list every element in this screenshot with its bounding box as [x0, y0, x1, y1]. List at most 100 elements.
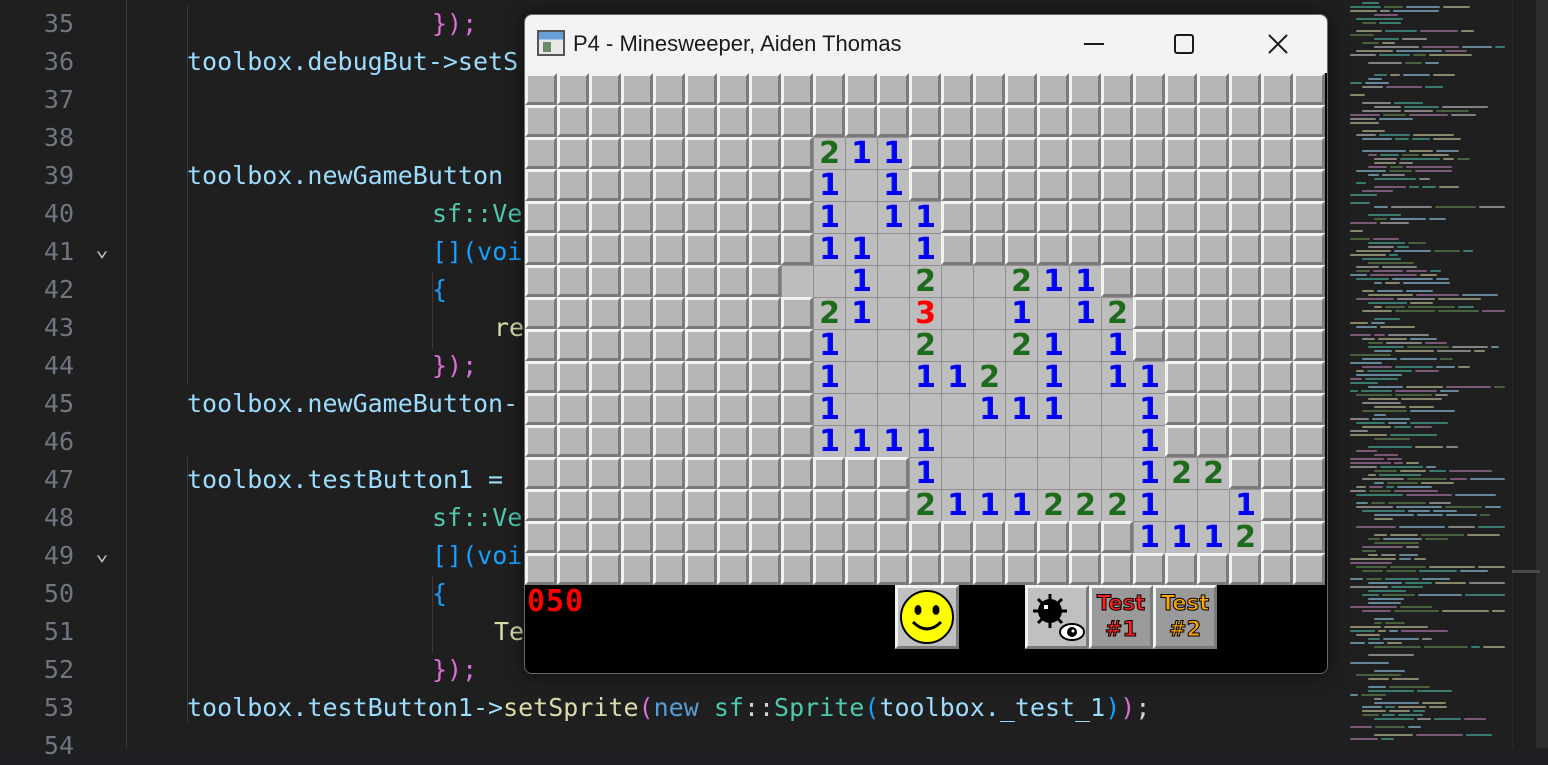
hidden-tile[interactable] [525, 169, 557, 201]
revealed-empty-tile[interactable] [941, 393, 973, 425]
hidden-tile[interactable] [621, 457, 653, 489]
hidden-tile[interactable] [717, 329, 749, 361]
hidden-tile[interactable] [717, 457, 749, 489]
hidden-tile[interactable] [589, 425, 621, 457]
code-line[interactable]: toolbox.testButton1 = [187, 461, 503, 499]
hidden-tile[interactable] [1293, 457, 1325, 489]
hidden-tile[interactable] [685, 425, 717, 457]
hidden-tile[interactable] [1165, 329, 1197, 361]
revealed-empty-tile[interactable] [941, 425, 973, 457]
hidden-tile[interactable] [941, 521, 973, 553]
revealed-number-tile[interactable]: 2 [1101, 297, 1133, 329]
revealed-empty-tile[interactable] [973, 457, 1005, 489]
hidden-tile[interactable] [1261, 105, 1293, 137]
fold-chevron-icon[interactable]: ⌄ [88, 231, 116, 269]
hidden-tile[interactable] [557, 297, 589, 329]
hidden-tile[interactable] [653, 73, 685, 105]
revealed-empty-tile[interactable] [941, 265, 973, 297]
revealed-empty-tile[interactable] [909, 393, 941, 425]
hidden-tile[interactable] [1293, 169, 1325, 201]
revealed-empty-tile[interactable] [1037, 297, 1069, 329]
hidden-tile[interactable] [749, 457, 781, 489]
code-line[interactable]: Te [494, 613, 524, 651]
revealed-empty-tile[interactable] [781, 265, 813, 297]
hidden-tile[interactable] [525, 201, 557, 233]
hidden-tile[interactable] [1133, 169, 1165, 201]
hidden-tile[interactable] [1101, 169, 1133, 201]
revealed-empty-tile[interactable] [845, 329, 877, 361]
revealed-empty-tile[interactable] [1069, 393, 1101, 425]
hidden-tile[interactable] [1229, 425, 1261, 457]
code-line[interactable]: toolbox.newGameButton [187, 157, 503, 195]
hidden-tile[interactable] [621, 361, 653, 393]
hidden-tile[interactable] [1261, 521, 1293, 553]
revealed-number-tile[interactable]: 1 [1229, 489, 1261, 521]
revealed-empty-tile[interactable] [941, 329, 973, 361]
hidden-tile[interactable] [557, 265, 589, 297]
hidden-tile[interactable] [1165, 361, 1197, 393]
hidden-tile[interactable] [749, 265, 781, 297]
hidden-tile[interactable] [1101, 201, 1133, 233]
hidden-tile[interactable] [781, 393, 813, 425]
revealed-number-tile[interactable]: 2 [813, 297, 845, 329]
hidden-tile[interactable] [653, 265, 685, 297]
revealed-number-tile[interactable]: 2 [1165, 457, 1197, 489]
hidden-tile[interactable] [589, 201, 621, 233]
revealed-number-tile[interactable]: 1 [1133, 457, 1165, 489]
window-titlebar[interactable]: P4 - Minesweeper, Aiden Thomas [525, 15, 1327, 73]
hidden-tile[interactable] [1229, 393, 1261, 425]
hidden-tile[interactable] [1069, 169, 1101, 201]
revealed-number-tile[interactable]: 1 [845, 233, 877, 265]
hidden-tile[interactable] [1037, 521, 1069, 553]
code-line[interactable]: toolbox.newGameButton- [187, 385, 518, 423]
hidden-tile[interactable] [909, 137, 941, 169]
revealed-number-tile[interactable]: 2 [1229, 521, 1261, 553]
hidden-tile[interactable] [973, 73, 1005, 105]
revealed-number-tile[interactable]: 1 [1037, 393, 1069, 425]
hidden-tile[interactable] [1293, 73, 1325, 105]
hidden-tile[interactable] [589, 457, 621, 489]
hidden-tile[interactable] [1197, 361, 1229, 393]
hidden-tile[interactable] [749, 553, 781, 585]
hidden-tile[interactable] [1133, 553, 1165, 585]
hidden-tile[interactable] [1165, 233, 1197, 265]
revealed-empty-tile[interactable] [845, 169, 877, 201]
revealed-number-tile[interactable]: 1 [941, 361, 973, 393]
hidden-tile[interactable] [749, 425, 781, 457]
hidden-tile[interactable] [1261, 297, 1293, 329]
revealed-number-tile[interactable]: 1 [1101, 361, 1133, 393]
hidden-tile[interactable] [781, 201, 813, 233]
code-line[interactable]: re [494, 309, 524, 347]
revealed-empty-tile[interactable] [941, 297, 973, 329]
hidden-tile[interactable] [685, 393, 717, 425]
hidden-tile[interactable] [973, 233, 1005, 265]
hidden-tile[interactable] [717, 265, 749, 297]
hidden-tile[interactable] [909, 169, 941, 201]
hidden-tile[interactable] [621, 329, 653, 361]
hidden-tile[interactable] [1069, 137, 1101, 169]
hidden-tile[interactable] [621, 393, 653, 425]
hidden-tile[interactable] [941, 233, 973, 265]
hidden-tile[interactable] [1293, 361, 1325, 393]
hidden-tile[interactable] [813, 73, 845, 105]
revealed-empty-tile[interactable] [877, 393, 909, 425]
revealed-empty-tile[interactable] [973, 329, 1005, 361]
hidden-tile[interactable] [557, 137, 589, 169]
hidden-tile[interactable] [621, 425, 653, 457]
hidden-tile[interactable] [1261, 393, 1293, 425]
hidden-tile[interactable] [877, 521, 909, 553]
hidden-tile[interactable] [1229, 73, 1261, 105]
hidden-tile[interactable] [1101, 265, 1133, 297]
hidden-tile[interactable] [845, 105, 877, 137]
revealed-empty-tile[interactable] [1069, 457, 1101, 489]
hidden-tile[interactable] [1197, 425, 1229, 457]
hidden-tile[interactable] [845, 489, 877, 521]
revealed-number-tile[interactable]: 1 [909, 233, 941, 265]
revealed-number-tile[interactable]: 1 [813, 361, 845, 393]
hidden-tile[interactable] [717, 521, 749, 553]
hidden-tile[interactable] [1197, 553, 1229, 585]
hidden-tile[interactable] [525, 457, 557, 489]
revealed-empty-tile[interactable] [877, 329, 909, 361]
hidden-tile[interactable] [653, 233, 685, 265]
hidden-tile[interactable] [685, 553, 717, 585]
